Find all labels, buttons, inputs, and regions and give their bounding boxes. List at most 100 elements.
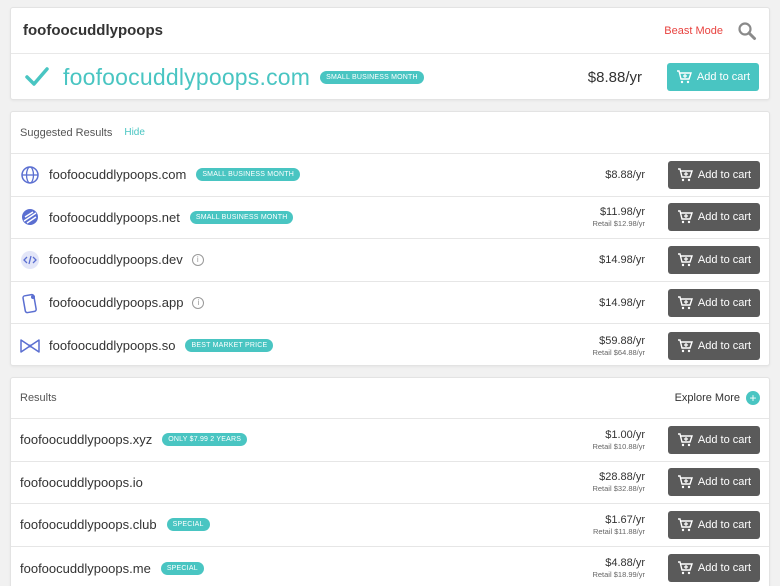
domain-name: foofoocuddlypoops.app — [49, 295, 184, 311]
price-block: $28.88/yr Retail $32.88/yr — [592, 471, 645, 493]
domain-row: foofoocuddlypoops.so Best Market Price $… — [11, 324, 769, 367]
section-title: Results — [20, 392, 57, 404]
cart-icon — [677, 475, 693, 489]
hide-link[interactable]: Hide — [124, 127, 145, 138]
app-icon — [19, 292, 41, 314]
info-icon[interactable]: i — [192, 296, 205, 309]
results-header: Results Explore More + — [11, 378, 769, 419]
beast-mode-link[interactable]: Beast Mode — [664, 25, 723, 37]
retail-price: Retail $64.88/yr — [592, 347, 645, 357]
price: $4.88/yr — [605, 557, 645, 570]
results-card: Results Explore More + foofoocuddlypoops… — [10, 377, 770, 586]
cart-icon — [677, 253, 693, 267]
add-to-cart-button[interactable]: Add to cart — [668, 288, 760, 317]
domain-name: foofoocuddlypoops.so — [49, 338, 176, 354]
promo-badge: Only $7.99 2 Years — [162, 433, 248, 447]
cart-label: Add to cart — [697, 211, 752, 224]
cart-icon — [676, 70, 692, 84]
domain-name: foofoocuddlypoops.dev — [49, 252, 183, 268]
domain-row: foofoocuddlypoops.club Special $1.67/yr … — [11, 504, 769, 547]
hero-domain: foofoocuddlypoops.com — [63, 63, 311, 90]
domain-row: foofoocuddlypoops.io $28.88/yr Retail $3… — [11, 462, 769, 505]
add-to-cart-button[interactable]: Add to cart — [668, 160, 760, 189]
add-to-cart-button[interactable]: Add to cart — [668, 510, 760, 539]
add-to-cart-button[interactable]: Add to cart — [668, 554, 760, 583]
checkmark-icon — [24, 64, 50, 90]
cart-label: Add to cart — [697, 339, 752, 352]
price-block: $59.88/yr Retail $64.88/yr — [592, 335, 645, 357]
price: $1.67/yr — [605, 513, 645, 526]
price: $14.98/yr — [599, 296, 645, 309]
code-icon — [19, 249, 41, 271]
cart-icon — [677, 518, 693, 532]
promo-badge: Small Business Month — [196, 168, 300, 182]
add-to-cart-button[interactable]: Add to cart — [668, 245, 760, 274]
hero-price: $8.88/yr — [587, 68, 642, 86]
cart-label: Add to cart — [697, 476, 752, 489]
retail-price: Retail $18.99/yr — [592, 570, 645, 580]
promo-badge: Best Market Price — [185, 339, 274, 353]
plus-icon: + — [746, 391, 760, 405]
price-block: $14.98/yr — [599, 254, 645, 266]
bowtie-icon — [19, 335, 41, 357]
hero-add-to-cart-button[interactable]: Add to cart — [667, 63, 759, 91]
promo-badge: Special — [160, 561, 204, 575]
add-to-cart-button[interactable]: Add to cart — [668, 468, 760, 497]
cart-label: Add to cart — [697, 168, 752, 181]
suggested-results-card: Suggested Results Hide foofoocuddlypoops… — [10, 111, 770, 366]
price: $28.88/yr — [599, 471, 645, 484]
price-block: $1.00/yr Retail $10.88/yr — [592, 429, 645, 451]
cart-icon — [677, 168, 693, 181]
domain-row: foofoocuddlypoops.dev i $14.98/yr Add to… — [11, 239, 769, 282]
explore-more-link[interactable]: Explore More + — [675, 391, 760, 405]
price-block: $8.88/yr — [605, 169, 645, 181]
domain-name: foofoocuddlypoops.net — [49, 209, 180, 225]
cart-label: Add to cart — [697, 433, 752, 446]
price: $1.00/yr — [605, 428, 645, 441]
cart-icon — [677, 561, 693, 575]
cart-label: Add to cart — [697, 253, 752, 266]
retail-price: Retail $32.88/yr — [592, 484, 645, 494]
retail-price: Retail $12.98/yr — [592, 219, 645, 229]
cart-icon — [677, 295, 693, 309]
price-block: $14.98/yr — [599, 297, 645, 309]
price-block: $11.98/yr Retail $12.98/yr — [592, 206, 645, 228]
add-to-cart-button[interactable]: Add to cart — [668, 331, 760, 360]
promo-badge: Special — [166, 518, 210, 532]
cart-label: Add to cart — [696, 71, 751, 83]
cart-icon — [677, 433, 693, 446]
price: $14.98/yr — [599, 253, 645, 266]
retail-price: Retail $10.88/yr — [592, 441, 645, 451]
cart-label: Add to cart — [697, 562, 752, 575]
cart-label: Add to cart — [697, 518, 752, 531]
domain-name: foofoocuddlypoops.com — [49, 167, 187, 183]
domain-row: foofoocuddlypoops.com Small Business Mon… — [11, 154, 769, 197]
globe-icon — [19, 164, 41, 186]
add-to-cart-button[interactable]: Add to cart — [668, 203, 760, 232]
hero-result: foofoocuddlypoops.com Small Business Mon… — [11, 54, 769, 100]
info-icon[interactable]: i — [191, 253, 204, 266]
domain-name: foofoocuddlypoops.me — [20, 560, 151, 576]
domain-row: foofoocuddlypoops.me Special $4.88/yr Re… — [11, 547, 769, 586]
search-icon[interactable] — [737, 21, 757, 41]
promo-badge: Small Business Month — [189, 210, 294, 224]
price: $11.98/yr — [599, 206, 645, 219]
domain-row: foofoocuddlypoops.xyz Only $7.99 2 Years… — [11, 419, 769, 462]
suggested-header: Suggested Results Hide — [11, 112, 769, 154]
cart-icon — [677, 210, 693, 224]
search-input[interactable]: foofoocuddlypoops — [23, 22, 664, 39]
price-block: $4.88/yr Retail $18.99/yr — [592, 557, 645, 579]
cart-label: Add to cart — [697, 296, 752, 309]
explore-more-label: Explore More — [674, 392, 740, 404]
add-to-cart-button[interactable]: Add to cart — [668, 425, 760, 454]
section-title: Suggested Results — [20, 126, 113, 139]
domain-name: foofoocuddlypoops.io — [20, 474, 143, 490]
price-block: $1.67/yr Retail $11.88/yr — [593, 514, 645, 536]
search-card: foofoocuddlypoops Beast Mode foofoocuddl… — [10, 7, 770, 100]
retail-price: Retail $11.88/yr — [593, 526, 645, 536]
search-bar[interactable]: foofoocuddlypoops Beast Mode — [11, 8, 769, 54]
cart-icon — [677, 338, 693, 352]
domain-row: foofoocuddlypoops.app i $14.98/yr Add to… — [11, 282, 769, 325]
domain-name: foofoocuddlypoops.xyz — [20, 432, 153, 448]
price: $8.88/yr — [605, 168, 645, 181]
